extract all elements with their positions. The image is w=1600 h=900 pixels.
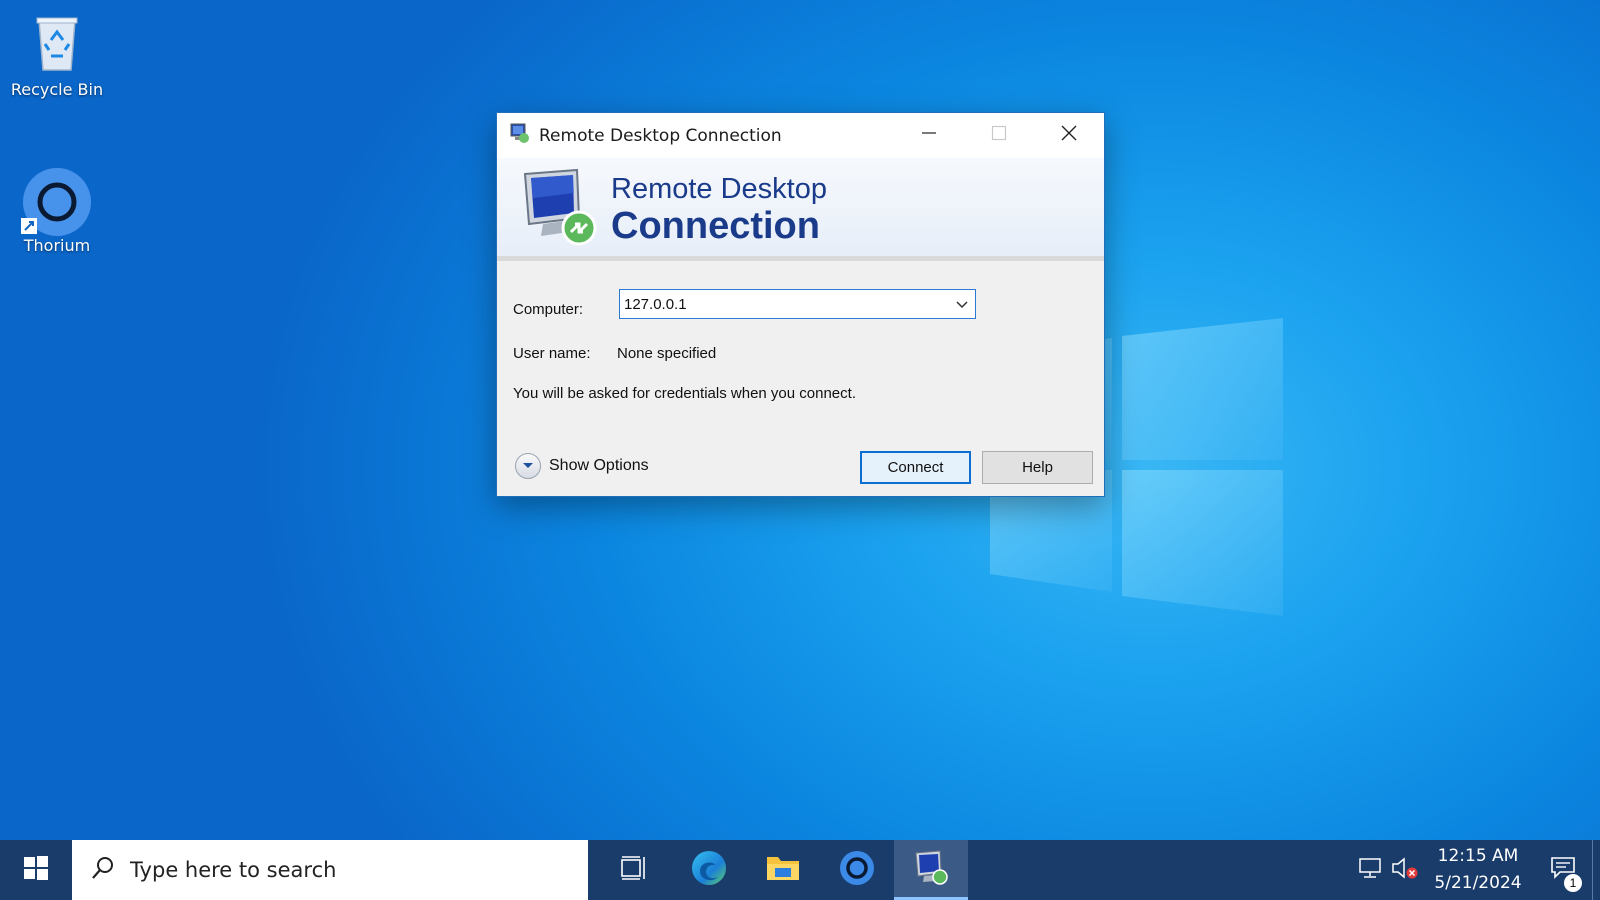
close-icon [1060, 124, 1078, 147]
expand-circle-icon[interactable] [515, 453, 541, 479]
show-options-toggle[interactable]: Show Options [515, 453, 649, 479]
taskbar-file-explorer[interactable] [746, 840, 820, 900]
thorium-icon [21, 166, 91, 236]
clock-time: 12:15 AM [1437, 846, 1519, 866]
thorium-label: Thorium [23, 236, 91, 255]
computer-combobox[interactable] [619, 289, 976, 319]
system-tray: 12:15 AM 5/21/2024 1 [1354, 840, 1600, 900]
task-view-icon [621, 855, 649, 885]
taskbar-edge[interactable] [672, 840, 746, 900]
connect-button[interactable]: Connect [860, 451, 971, 484]
recycle-bin-label: Recycle Bin [10, 80, 104, 99]
username-label: User name: [513, 345, 591, 362]
clock-date: 5/21/2024 [1434, 873, 1522, 893]
desktop-icon-recycle-bin[interactable]: Recycle Bin [9, 10, 105, 99]
credentials-info-text: You will be asked for credentials when y… [513, 385, 856, 402]
banner-title-line2: Connection [611, 205, 820, 247]
notification-count-badge: 1 [1564, 874, 1582, 892]
minimize-icon [921, 125, 937, 146]
taskbar-task-view[interactable] [598, 840, 672, 900]
taskbar-remote-desktop[interactable] [894, 840, 968, 900]
windows-start-icon [24, 855, 48, 885]
taskbar-thorium[interactable] [820, 840, 894, 900]
computer-input[interactable] [620, 291, 940, 317]
dialog-banner: Remote Desktop Connection [497, 158, 1104, 261]
thorium-icon [838, 849, 876, 892]
remote-desktop-dialog: Remote Desktop Connection Remote Desktop… [496, 112, 1105, 497]
search-icon [90, 855, 116, 886]
remote-desktop-small-icon [509, 122, 531, 149]
search-placeholder: Type here to search [130, 858, 337, 882]
maximize-button[interactable] [964, 113, 1034, 158]
computer-label: Computer: [513, 301, 584, 318]
close-button[interactable] [1034, 113, 1104, 158]
dialog-titlebar[interactable]: Remote Desktop Connection [497, 113, 1104, 158]
minimize-button[interactable] [894, 113, 964, 158]
taskbar-clock[interactable]: 12:15 AM 5/21/2024 [1422, 843, 1534, 897]
remote-desktop-icon [913, 849, 949, 891]
username-value: None specified [617, 345, 717, 362]
tray-network[interactable] [1354, 840, 1388, 900]
taskbar-search-box[interactable]: Type here to search [72, 840, 588, 900]
remote-desktop-large-icon [519, 168, 599, 253]
start-button[interactable] [0, 840, 72, 900]
maximize-icon [991, 125, 1007, 146]
chevron-down-icon[interactable] [955, 298, 969, 316]
tray-volume[interactable] [1388, 840, 1422, 900]
banner-title-line1: Remote Desktop [611, 173, 827, 205]
show-options-label[interactable]: Show Options [549, 457, 649, 475]
recycle-bin-icon [25, 10, 89, 74]
action-center-button[interactable]: 1 [1534, 840, 1592, 900]
taskbar: Type here to search 12:15 AM 5/21/2024 1 [0, 840, 1600, 900]
network-icon [1358, 857, 1384, 884]
file-explorer-icon [765, 853, 801, 888]
show-desktop-button[interactable] [1592, 840, 1600, 900]
edge-icon [690, 849, 728, 892]
desktop-icon-thorium[interactable]: Thorium [9, 166, 105, 255]
dialog-title: Remote Desktop Connection [539, 125, 782, 146]
help-button[interactable]: Help [982, 451, 1093, 484]
volume-muted-icon [1391, 856, 1419, 885]
